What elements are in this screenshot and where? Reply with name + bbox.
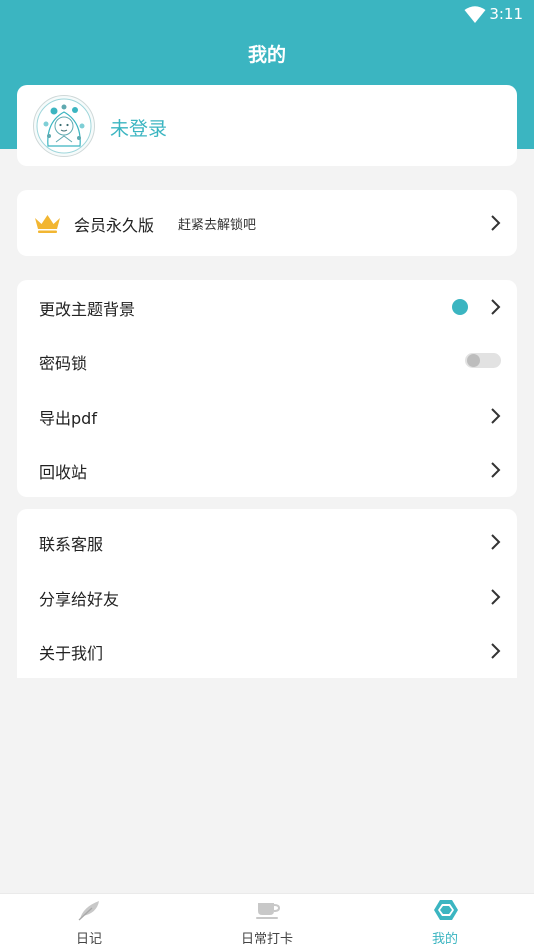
vip-subtitle: 赶紧去解锁吧 xyxy=(178,218,257,233)
coffee-cup-icon xyxy=(256,903,281,919)
chevron-right-icon xyxy=(491,589,501,605)
change-theme-item[interactable]: 更改主题背景 xyxy=(17,280,517,334)
contact-service-item[interactable]: 联系客服 xyxy=(17,515,517,569)
vip-label: 会员永久版 xyxy=(74,216,155,235)
wifi-icon xyxy=(464,6,486,23)
nav-label-diary: 日记 xyxy=(75,932,102,947)
toggle-knob xyxy=(467,354,480,367)
status-bar: 3:11 xyxy=(0,0,534,30)
change-theme-label: 更改主题背景 xyxy=(39,300,136,319)
chevron-right-icon xyxy=(491,643,501,659)
settings-card: 更改主题背景 密码锁 导出pdf 回收站 xyxy=(17,280,517,497)
page-title: 我的 xyxy=(247,44,286,66)
hexagon-icon xyxy=(434,900,458,920)
about-us-label: 关于我们 xyxy=(39,644,104,663)
feather-icon xyxy=(78,901,99,921)
nav-label-checkin: 日常打卡 xyxy=(240,932,293,947)
password-lock-toggle[interactable] xyxy=(465,353,501,368)
chevron-right-icon xyxy=(491,215,501,231)
crown-icon xyxy=(35,215,60,233)
nav-label-mine: 我的 xyxy=(431,932,458,947)
chevron-right-icon xyxy=(491,462,501,478)
avatar-illustration xyxy=(36,98,92,154)
export-pdf-label: 导出pdf xyxy=(39,409,97,428)
export-pdf-item[interactable]: 导出pdf xyxy=(17,389,517,443)
password-lock-label: 密码锁 xyxy=(39,354,88,373)
share-label: 分享给好友 xyxy=(39,590,120,609)
login-status[interactable]: 未登录 xyxy=(110,114,167,141)
theme-color-dot xyxy=(452,299,468,315)
recycle-bin-item[interactable]: 回收站 xyxy=(17,443,517,497)
about-us-item[interactable]: 关于我们 xyxy=(17,624,517,678)
bottom-nav: 日记 日常打卡 我的 xyxy=(0,893,534,950)
nav-tab-diary[interactable]: 日记 xyxy=(0,894,178,950)
chevron-right-icon xyxy=(491,534,501,550)
password-lock-item: 密码锁 xyxy=(17,334,517,388)
nav-tab-checkin[interactable]: 日常打卡 xyxy=(178,894,356,950)
avatar[interactable] xyxy=(33,95,95,157)
chevron-right-icon xyxy=(491,408,501,424)
nav-tab-mine[interactable]: 我的 xyxy=(356,894,534,950)
recycle-bin-label: 回收站 xyxy=(39,463,88,482)
share-item[interactable]: 分享给好友 xyxy=(17,570,517,624)
contact-service-label: 联系客服 xyxy=(39,535,104,554)
support-card: 联系客服 分享给好友 关于我们 xyxy=(17,509,517,678)
chevron-right-icon xyxy=(491,299,501,315)
vip-card[interactable]: 会员永久版 赶紧去解锁吧 xyxy=(17,190,517,256)
profile-card[interactable]: 未登录 xyxy=(17,85,517,166)
status-time: 3:11 xyxy=(489,5,523,23)
